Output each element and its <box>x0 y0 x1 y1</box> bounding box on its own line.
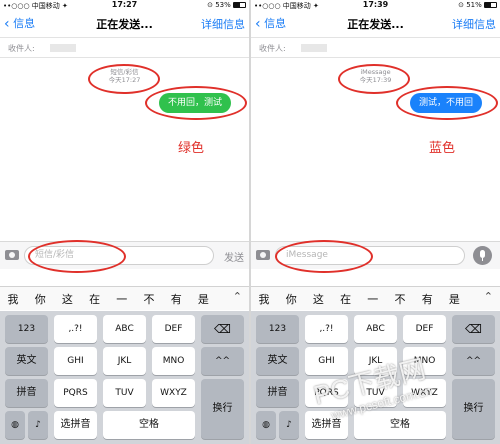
key-拼音[interactable]: 拼音 <box>256 379 299 407</box>
candidate-word[interactable]: 有 <box>166 291 186 307</box>
candidate-word[interactable]: 在 <box>85 291 105 307</box>
key-jkl[interactable]: JKL <box>354 347 397 375</box>
candidate-word[interactable]: 这 <box>308 291 328 307</box>
key-wxyz[interactable]: WXYZ <box>152 379 195 407</box>
key-jkl[interactable]: JKL <box>103 347 146 375</box>
recipient-label: 收件人: <box>259 44 286 53</box>
pinyin-select-key[interactable]: 选拼音 <box>54 411 97 439</box>
key-英文[interactable]: 英文 <box>5 347 48 375</box>
microphone-icon: ♪ <box>286 420 292 430</box>
battery-percent: ⊙ 53% <box>207 1 231 9</box>
details-button[interactable]: 详细信息 <box>452 16 496 32</box>
key-mno[interactable]: MNO <box>403 347 446 375</box>
candidate-word[interactable]: 是 <box>193 291 213 307</box>
chevron-up-icon[interactable]: ⌃ <box>233 290 242 303</box>
keyboard: 123,.?! ABC DEF 英文 GHI JKL MNO 拼音 PQRS TUV WXYZ ⌫ ^^… <box>0 311 249 444</box>
key-abc[interactable]: ABC <box>354 315 397 343</box>
camera-icon[interactable] <box>5 250 19 260</box>
candidate-bar: 我你这在一不有是 ⌃ <box>251 286 500 310</box>
key-拼音[interactable]: 拼音 <box>5 379 48 407</box>
key-tuv[interactable]: TUV <box>354 379 397 407</box>
space-key[interactable]: 空格 <box>354 411 446 439</box>
candidate-word[interactable]: 在 <box>336 291 356 307</box>
globe-icon: ◍ <box>11 420 19 430</box>
key-punctuation[interactable]: ,.?! <box>54 315 97 343</box>
annotation-blue: 蓝色 <box>429 141 456 156</box>
navigation-bar: ‹ 信息 正在发送... 详细信息 <box>251 12 500 36</box>
key-ghi[interactable]: GHI <box>54 347 97 375</box>
battery-icon <box>484 2 497 8</box>
globe-icon: ◍ <box>262 420 270 430</box>
recipient-value-blurred <box>301 44 327 52</box>
phone-sms: ••○○○ 中国移动 ✦ 17:27 ⊙ 53% ‹ 信息 正在发送... 详细… <box>0 0 249 444</box>
candidate-word[interactable]: 我 <box>254 291 274 307</box>
keyboard: 123,.?! ABC DEF 英文 GHI JKL MNO 拼音 PQRS TUV WXYZ ⌫ ^^… <box>251 311 500 444</box>
return-key[interactable]: 换行 <box>201 379 244 439</box>
globe-key[interactable]: ◍ <box>256 411 276 439</box>
candidate-word[interactable]: 不 <box>139 291 159 307</box>
candidate-word[interactable]: 一 <box>112 291 132 307</box>
mic-key[interactable]: ♪ <box>28 411 48 439</box>
candidate-word[interactable]: 有 <box>417 291 437 307</box>
battery-indicator: ⊙ 53% <box>207 1 246 9</box>
candidate-word[interactable]: 是 <box>444 291 464 307</box>
emoticon-key[interactable]: ^^ <box>201 347 244 375</box>
status-bar: ••○○○ 中国移动 ✦ 17:39 ⊙ 51% <box>251 0 500 10</box>
globe-key[interactable]: ◍ <box>5 411 25 439</box>
details-button[interactable]: 详细信息 <box>201 16 245 32</box>
status-bar: ••○○○ 中国移动 ✦ 17:27 ⊙ 53% <box>0 0 249 10</box>
key-mno[interactable]: MNO <box>152 347 195 375</box>
key-pqrs[interactable]: PQRS <box>54 379 97 407</box>
key-pqrs[interactable]: PQRS <box>305 379 348 407</box>
phone-imessage: ••○○○ 中国移动 ✦ 17:39 ⊙ 51% ‹ 信息 正在发送... 详细… <box>251 0 500 444</box>
highlight-oval-bubble <box>145 86 247 120</box>
battery-percent: ⊙ 51% <box>458 1 482 9</box>
recipient-field[interactable]: 收件人: <box>251 37 500 58</box>
microphone-icon: ♪ <box>35 420 41 430</box>
microphone-icon[interactable] <box>473 246 492 265</box>
highlight-oval-bubble <box>396 86 498 120</box>
backspace-key[interactable]: ⌫ <box>201 315 244 343</box>
candidate-word[interactable]: 这 <box>57 291 77 307</box>
key-def[interactable]: DEF <box>403 315 446 343</box>
recipient-field[interactable]: 收件人: <box>0 37 249 58</box>
battery-indicator: ⊙ 51% <box>458 1 497 9</box>
key-123[interactable]: 123 <box>256 315 299 343</box>
key-wxyz[interactable]: WXYZ <box>403 379 446 407</box>
space-key[interactable]: 空格 <box>103 411 195 439</box>
candidate-word[interactable]: 你 <box>281 291 301 307</box>
candidate-word[interactable]: 一 <box>363 291 383 307</box>
key-ghi[interactable]: GHI <box>305 347 348 375</box>
highlight-oval-timestamp <box>88 64 160 94</box>
candidate-word[interactable]: 你 <box>30 291 50 307</box>
highlight-oval-timestamp <box>338 64 410 94</box>
pinyin-select-key[interactable]: 选拼音 <box>305 411 348 439</box>
mic-key[interactable]: ♪ <box>279 411 299 439</box>
backspace-key[interactable]: ⌫ <box>452 315 495 343</box>
recipient-value-blurred <box>50 44 76 52</box>
annotation-green: 绿色 <box>178 141 205 156</box>
candidate-word[interactable]: 我 <box>3 291 23 307</box>
key-punctuation[interactable]: ,.?! <box>305 315 348 343</box>
key-def[interactable]: DEF <box>152 315 195 343</box>
chevron-up-icon[interactable]: ⌃ <box>484 290 493 303</box>
key-英文[interactable]: 英文 <box>256 347 299 375</box>
key-123[interactable]: 123 <box>5 315 48 343</box>
emoticon-key[interactable]: ^^ <box>452 347 495 375</box>
send-button[interactable]: 发送 <box>224 249 244 264</box>
key-tuv[interactable]: TUV <box>103 379 146 407</box>
highlight-oval-input <box>28 240 126 273</box>
recipient-label: 收件人: <box>8 44 35 53</box>
candidate-bar: 我你这在一不有是 ⌃ <box>0 286 249 310</box>
navigation-bar: ‹ 信息 正在发送... 详细信息 <box>0 12 249 36</box>
return-key[interactable]: 换行 <box>452 379 495 439</box>
key-abc[interactable]: ABC <box>103 315 146 343</box>
camera-icon[interactable] <box>256 250 270 260</box>
candidate-word[interactable]: 不 <box>390 291 410 307</box>
battery-icon <box>233 2 246 8</box>
highlight-oval-input <box>275 240 373 273</box>
